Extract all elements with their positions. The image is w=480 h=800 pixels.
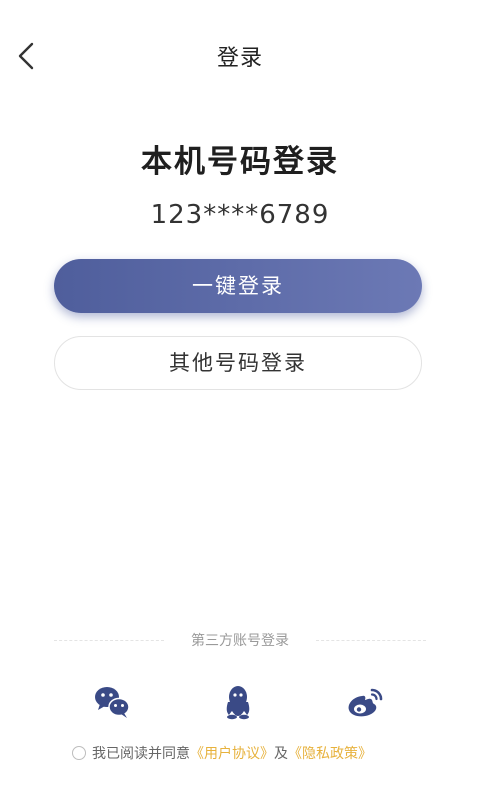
weibo-icon (348, 688, 383, 717)
masked-phone-number: 123****6789 (150, 200, 330, 230)
qq-icon (226, 686, 250, 720)
third-party-divider: 第三方账号登录 (54, 630, 426, 650)
user-agreement-link[interactable]: 《用户协议》 (190, 746, 274, 762)
privacy-policy-link[interactable]: 《隐私政策》 (288, 746, 372, 762)
wechat-icon (95, 687, 130, 718)
weibo-login-button[interactable] (345, 682, 385, 722)
qq-login-button[interactable] (218, 682, 258, 722)
other-number-login-button[interactable]: 其他号码登录 (54, 336, 422, 390)
page-title: 登录 (216, 46, 263, 71)
login-screen: 登录 本机号码登录 123****6789 一键登录 其他号码登录 第三方账号登… (0, 0, 480, 800)
login-heading: 本机号码登录 (141, 144, 339, 180)
agreement-row: 我已阅读并同意《用户协议》及《隐私政策》 (72, 744, 372, 764)
social-login-row (0, 682, 480, 722)
agreement-checkbox[interactable] (72, 746, 86, 760)
divider-line-right (316, 640, 426, 641)
agreement-conjunction: 及 (274, 746, 288, 762)
wechat-login-button[interactable] (92, 682, 132, 722)
one-click-login-button[interactable]: 一键登录 (54, 259, 422, 313)
nav-bar: 登录 (0, 30, 480, 80)
agreement-prefix: 我已阅读并同意 (92, 746, 190, 762)
